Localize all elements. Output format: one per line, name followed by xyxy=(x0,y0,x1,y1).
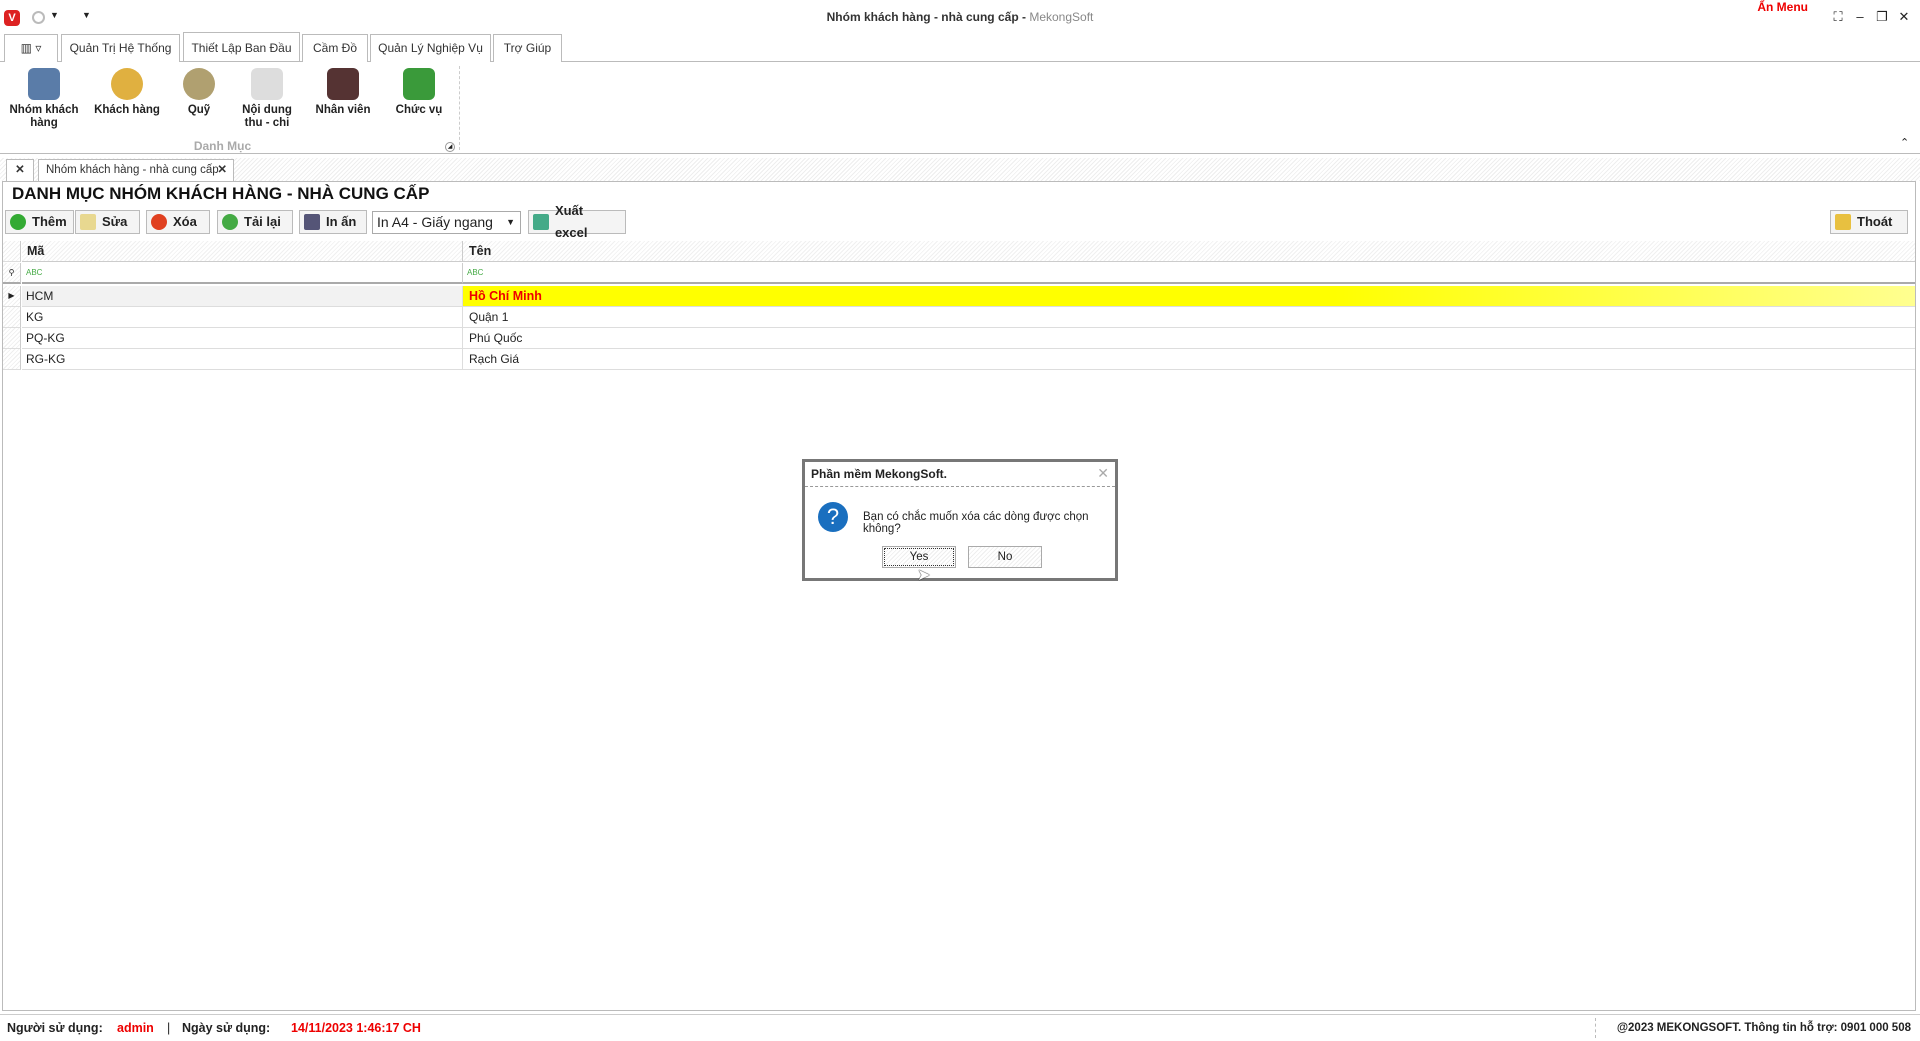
tab-quan-tri[interactable]: Quản Trị Hệ Thống xyxy=(61,34,180,62)
date-label: Ngày sử dụng: xyxy=(182,1021,271,1035)
app-menu-button[interactable]: ▥ ▿ xyxy=(4,34,58,62)
notepad-icon xyxy=(251,68,283,100)
title-bar: V ▼ ▼ Nhóm khách hàng - nhà cung cấp - M… xyxy=(0,0,1920,34)
cell-ma[interactable]: PQ-KG xyxy=(22,328,463,349)
ribbon-khach-hang[interactable]: Khách hàng xyxy=(90,68,164,117)
chevron-down-icon: ▼ xyxy=(506,217,515,227)
dialog-divider xyxy=(805,486,1115,487)
ribbon-divider xyxy=(459,66,460,150)
printer-icon xyxy=(304,214,320,230)
user-value: admin xyxy=(117,1021,154,1035)
exit-arrow-icon xyxy=(1835,214,1851,230)
ribbon-nhom-khach-hang[interactable]: Nhóm khách hàng xyxy=(4,68,84,130)
tab-cam-do[interactable]: Cầm Đồ xyxy=(302,34,368,62)
refresh-icon xyxy=(222,214,238,230)
cell-ma[interactable]: KG xyxy=(22,307,463,328)
page-title: DANH MỤC NHÓM KHÁCH HÀNG - NHÀ CUNG CẤP xyxy=(12,184,430,203)
status-separator: | xyxy=(167,1021,171,1035)
money-bag-icon xyxy=(183,68,215,100)
employees-icon xyxy=(327,68,359,100)
filter-ten[interactable]: ABC xyxy=(463,263,1915,284)
close-icon[interactable]: ✕ xyxy=(1895,9,1913,25)
row-indicator[interactable] xyxy=(3,307,21,328)
cell-ten[interactable]: Hồ Chí Minh xyxy=(463,286,1915,307)
dialog-message: Bạn có chắc muốn xóa các dòng được chọn … xyxy=(863,511,1089,535)
status-bar: Người sử dụng: admin | Ngày sử dụng: 14/… xyxy=(0,1014,1920,1041)
mouse-cursor-icon: ➤ xyxy=(917,567,931,584)
tab-quan-ly[interactable]: Quản Lý Nghiệp Vụ xyxy=(370,34,491,62)
ribbon-nhan-vien[interactable]: Nhân viên xyxy=(310,68,376,117)
cell-ten[interactable]: Quận 1 xyxy=(463,307,1915,328)
window-title: Nhóm khách hàng - nhà cung cấp - MekongS… xyxy=(826,10,1094,24)
pencil-icon xyxy=(80,214,96,230)
restore-icon[interactable]: ❐ xyxy=(1873,9,1891,25)
dialog-title: Phần mềm MekongSoft. xyxy=(811,467,948,481)
row-indicator[interactable]: ▶ xyxy=(3,286,21,307)
status-divider xyxy=(1595,1018,1596,1038)
close-all-tabs-icon[interactable]: ✕ xyxy=(6,159,34,181)
no-button[interactable]: No xyxy=(968,546,1042,568)
header-corner xyxy=(3,241,21,262)
add-button[interactable]: Thêm xyxy=(5,210,74,234)
ribbon-group-label: Danh Mục xyxy=(193,139,252,153)
minimize-icon[interactable]: – xyxy=(1851,9,1869,25)
tab-thiet-lap[interactable]: Thiết Lập Ban Đầu xyxy=(183,32,300,61)
collapse-ribbon-icon[interactable]: ⌃ xyxy=(1900,136,1909,149)
print-format-select[interactable]: In A4 - Giấy ngang ▼ xyxy=(372,211,521,234)
column-header-ten[interactable]: Tên xyxy=(463,241,1915,262)
hide-menu-link[interactable]: Ẩn Menu xyxy=(1757,0,1808,14)
cell-ten[interactable]: Phú Quốc xyxy=(463,328,1915,349)
row-indicator[interactable] xyxy=(3,328,21,349)
position-icon xyxy=(403,68,435,100)
date-value: 14/11/2023 1:46:17 CH xyxy=(291,1021,421,1035)
ribbon-chuc-vu[interactable]: Chức vụ xyxy=(390,68,448,117)
column-header-ma[interactable]: Mã xyxy=(22,241,463,262)
cell-ma[interactable]: HCM xyxy=(22,286,463,307)
people-group-icon xyxy=(28,68,60,100)
reload-button[interactable]: Tải lại xyxy=(217,210,293,234)
dialog-close-icon[interactable]: ✕ xyxy=(1097,465,1109,482)
doc-tab-nhom-khach-hang[interactable]: Nhóm khách hàng - nhà cung cấp ✕ xyxy=(38,159,234,181)
document-tabs: ✕ Nhóm khách hàng - nhà cung cấp ✕ xyxy=(0,158,1920,181)
ribbon: Nhóm khách hàng Khách hàng Quỹ Nội dung … xyxy=(0,62,1920,154)
fullscreen-icon[interactable]: ⛶ xyxy=(1829,9,1847,25)
ribbon-noi-dung-thu-chi[interactable]: Nội dung thu - chi xyxy=(232,68,302,130)
ribbon-quy[interactable]: Quỹ xyxy=(178,68,220,117)
user-label: Người sử dụng: xyxy=(7,1021,103,1035)
ribbon-tabs: ▥ ▿ Quản Trị Hệ Thống Thiết Lập Ban Đầu … xyxy=(0,32,1920,62)
exit-button[interactable]: Thoát xyxy=(1830,210,1908,234)
group-launcher-icon[interactable]: ◢ xyxy=(445,142,455,152)
plus-icon xyxy=(10,214,26,230)
question-icon: ? xyxy=(818,502,848,532)
excel-icon xyxy=(533,214,549,230)
print-button[interactable]: In ấn xyxy=(299,210,367,234)
tab-tro-giup[interactable]: Trợ Giúp xyxy=(493,34,562,62)
export-excel-button[interactable]: Xuất excel xyxy=(528,203,626,240)
minus-circle-icon xyxy=(151,214,167,230)
filter-row-icon: ⚲ xyxy=(3,263,21,284)
customer-icon xyxy=(111,68,143,100)
cell-ma[interactable]: RG-KG xyxy=(22,349,463,370)
support-info: @2023 MEKONGSOFT. Thông tin hỗ trợ: 0901… xyxy=(1616,1022,1911,1034)
confirm-dialog: Phần mềm MekongSoft. ✕ ? Bạn có chắc muố… xyxy=(802,459,1118,581)
edit-button[interactable]: Sửa xyxy=(75,210,140,234)
filter-ma[interactable]: ABC xyxy=(22,263,463,284)
cell-ten[interactable]: Rạch Giá xyxy=(463,349,1915,370)
row-indicator[interactable] xyxy=(3,349,21,370)
delete-button[interactable]: Xóa xyxy=(146,210,210,234)
close-tab-icon[interactable]: ✕ xyxy=(217,160,227,180)
